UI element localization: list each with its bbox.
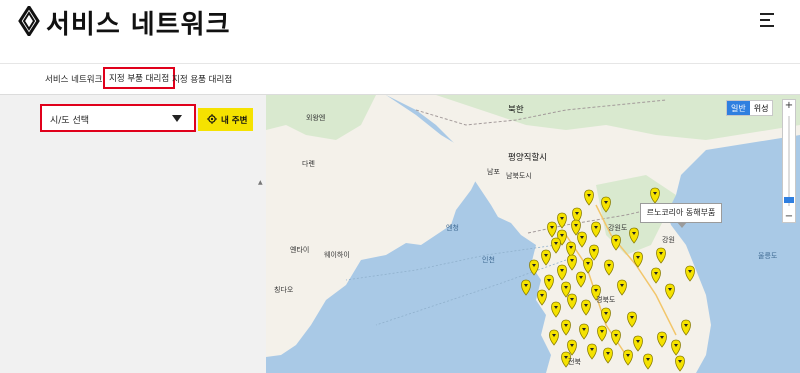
tab-designated-parts-dealer[interactable]: 지정 부품 대리점 [103,67,176,89]
tab-designated-accessory-dealer[interactable]: 지정 용품 대리점 [172,73,232,85]
map-label: 외왕엔 [306,114,326,122]
region-select[interactable]: 시/도 선택 [40,104,196,132]
zoom-out-button[interactable]: − [783,211,795,222]
map-label: 엔청 [446,224,459,232]
page-title: 서비스 네트워크 [46,10,231,40]
map-label: 인천 [482,256,495,264]
zoom-slider-track[interactable] [788,116,790,206]
map-label: 다롄 [302,160,315,168]
map-label: 강원도 [608,224,628,232]
hamburger-menu-icon[interactable] [760,12,776,28]
renault-logo-icon [18,6,40,36]
map-canvas[interactable] [266,95,800,373]
map-label: 전북 [568,358,581,366]
map-label: 웨이하이 [324,251,350,259]
location-target-icon [207,114,217,124]
region-select-label: 시/도 선택 [50,116,90,126]
map-type-satellite-button[interactable]: 위성 [750,101,773,115]
zoom-slider-handle[interactable] [784,197,794,203]
map-label: 평양직할시 [508,153,548,163]
map-label: 옌타이 [290,246,310,254]
map-type-normal-button[interactable]: 일반 [727,101,750,115]
map-label: 북한 [508,105,524,115]
dealer-pin-icon[interactable] [521,279,531,296]
korea-peninsula-landmass [386,95,800,373]
near-me-label: 내 주변 [221,116,248,126]
map-label: 강원 [662,236,675,244]
map-label: 울릉도 [758,252,778,260]
collapse-arrow-icon[interactable]: ▲ [258,179,263,186]
header: 서비스 네트워크 [0,0,800,64]
map-label: 경북도 [596,296,616,304]
map-label: 남포 [487,168,500,176]
map-label: 남북도시 [506,172,532,180]
near-me-button[interactable]: 내 주변 [198,108,253,131]
map-label: 칭다오 [274,286,294,294]
caret-down-icon [172,115,182,122]
zoom-in-button[interactable]: + [783,100,795,111]
dealer-callout: 르노코리아 동해부품 [640,203,722,228]
tab-service-network[interactable]: 서비스 네트워크 [45,73,102,85]
zoom-control: + − [782,99,796,223]
sidebar-panel: 시/도 선택 내 주변 ▲ [0,95,266,373]
map-view[interactable]: 북한 평양직할시 남포 남북도시 외왕엔 다롄 옌타이 웨이하이 칭다오 강원도… [266,95,800,373]
map-type-toggle: 일반 위성 [726,100,774,116]
tab-bar: 서비스 네트워크 지정 부품 대리점 지정 용품 대리점 [0,64,800,95]
